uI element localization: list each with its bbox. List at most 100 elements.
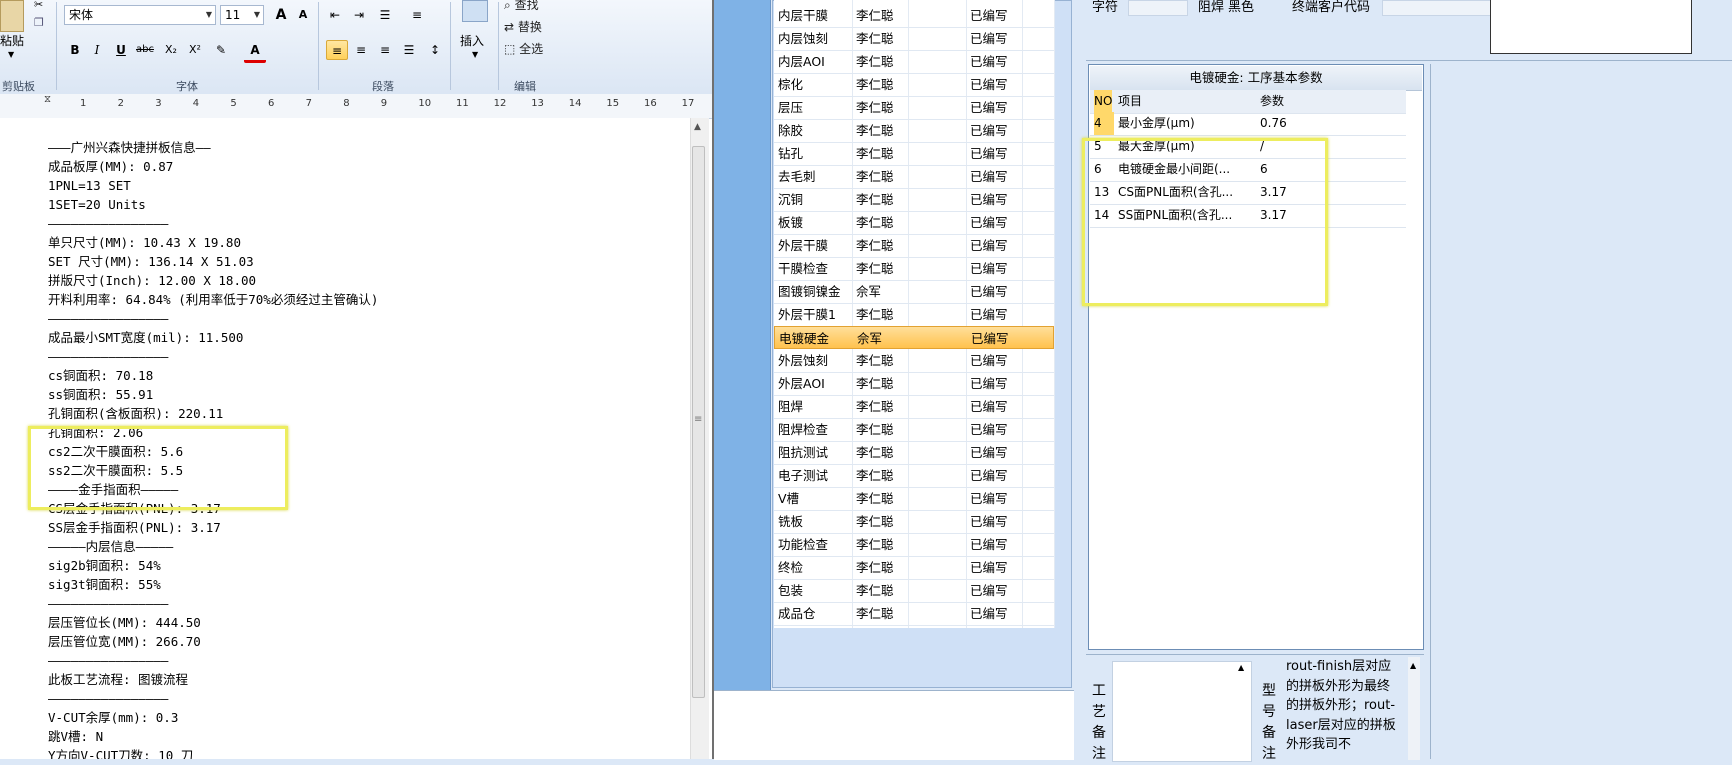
step-row[interactable]: 沉铜 李仁聪 已编写	[774, 188, 1054, 212]
cut-icon[interactable]: ✂	[34, 0, 43, 11]
step-row[interactable]: 外层蚀刻 李仁聪 已编写	[774, 349, 1054, 373]
step-status: 已编写	[970, 307, 1008, 322]
scroll-up-icon[interactable]: ▲	[1410, 661, 1416, 670]
increase-indent-icon[interactable]: ⇥	[348, 5, 370, 25]
scroll-up-icon[interactable]: ▲	[694, 122, 701, 132]
paste-button[interactable]: 粘贴	[0, 32, 24, 49]
step-name: 包装	[778, 583, 804, 598]
step-person: 李仁聪	[856, 445, 894, 460]
image-box	[1490, 0, 1692, 54]
step-name: 去毛刺	[778, 169, 816, 184]
step-row[interactable]: 阻焊检查 李仁聪 已编写	[774, 418, 1054, 442]
find-button[interactable]: ⌕ 查找	[504, 0, 539, 13]
insert-icon[interactable]	[462, 0, 488, 22]
insert-dropdown-icon[interactable]: ▼	[472, 50, 478, 59]
step-row[interactable]: 阻焊 李仁聪 已编写	[774, 395, 1054, 419]
step-row[interactable]: 板镀 李仁聪 已编写	[774, 211, 1054, 235]
step-row[interactable]: V槽 李仁聪 已编写	[774, 487, 1054, 511]
step-row[interactable]: 图镀铜镍金 佘军 已编写	[774, 280, 1054, 304]
step-status: 已编写	[970, 537, 1008, 552]
step-row[interactable]: 去毛刺 李仁聪 已编写	[774, 165, 1054, 189]
step-person: 李仁聪	[856, 8, 894, 23]
step-person: 李仁聪	[856, 468, 894, 483]
step-row[interactable]: 成品仓 李仁聪 已编写	[774, 602, 1054, 626]
align-right-icon[interactable]: ≡	[374, 40, 396, 60]
step-person: 李仁聪	[856, 123, 894, 138]
step-row[interactable]: 外层干膜 李仁聪 已编写	[774, 234, 1054, 258]
paste-dropdown-icon[interactable]: ▼	[8, 50, 14, 59]
step-row[interactable]: 干膜检查 李仁聪 已编写	[774, 257, 1054, 281]
step-row[interactable]: 外层AOI 李仁聪 已编写	[774, 372, 1054, 396]
strikethrough-button[interactable]: abc	[134, 40, 156, 60]
font-size-combo[interactable]: 11 ▼	[220, 5, 264, 25]
step-row[interactable]: 终检 李仁聪 已编写	[774, 556, 1054, 580]
step-row[interactable]: 层压 李仁聪 已编写	[774, 96, 1054, 120]
document-line: 拼版尺寸(Inch): 12.00 X 18.00	[48, 273, 257, 288]
replace-button[interactable]: ⇄ 替换	[504, 18, 542, 35]
highlight-icon[interactable]: ✎	[210, 40, 232, 60]
select-all-button[interactable]: ⬚ 全选	[504, 40, 543, 57]
char-field[interactable]	[1128, 0, 1188, 16]
step-person: 李仁聪	[856, 100, 894, 115]
step-name: 阻焊	[778, 399, 804, 414]
chevron-down-icon: ▼	[253, 10, 260, 19]
font-group-label: 字体	[176, 80, 198, 93]
subscript-button[interactable]: X₂	[160, 40, 182, 60]
step-status: 已编写	[970, 192, 1008, 207]
superscript-button[interactable]: X²	[184, 40, 206, 60]
paste-icon[interactable]	[0, 0, 24, 32]
ruler-tick: 8	[343, 98, 350, 109]
step-row[interactable]: 钻孔 李仁聪 已编写	[774, 142, 1054, 166]
process-notes-field[interactable]	[1112, 661, 1252, 762]
step-row[interactable]: 阻抗测试 李仁聪 已编写	[774, 441, 1054, 465]
underline-button[interactable]: U	[110, 40, 132, 60]
indent-marker-icon[interactable]: ⧖	[44, 94, 51, 105]
param-row[interactable]: 4 最小金厚(μm) 0.76	[1090, 112, 1406, 136]
font-name-combo[interactable]: 宋体 ▼	[64, 5, 216, 25]
align-center-icon[interactable]: ≡	[350, 40, 372, 60]
step-row[interactable]: 内层干膜 李仁聪 已编写	[774, 4, 1054, 28]
step-status: 已编写	[970, 54, 1008, 69]
edit-group-label: 编辑	[514, 80, 536, 93]
grow-font-button[interactable]: A	[270, 5, 292, 25]
replace-icon: ⇄	[504, 20, 515, 34]
step-row[interactable]: 外层干膜1 李仁聪 已编写	[774, 303, 1054, 327]
document-line: 成品最小SMT宽度(mil): 11.500	[48, 330, 244, 345]
notes-scrollbar[interactable]	[1408, 657, 1420, 760]
ruler-tick: 2	[117, 98, 124, 109]
step-row[interactable]: 内层AOI 李仁聪 已编写	[774, 50, 1054, 74]
copy-icon[interactable]: ❐	[34, 16, 44, 29]
align-left-icon[interactable]: ≡	[326, 40, 348, 60]
document-line: ————————————————	[48, 311, 169, 326]
ruler-tick: 16	[644, 98, 657, 109]
insert-button[interactable]: 插入	[460, 32, 484, 49]
font-color-button[interactable]: A	[244, 40, 266, 63]
right-empty-panel	[1430, 64, 1732, 759]
step-row[interactable]: 棕化 李仁聪 已编写	[774, 73, 1054, 97]
italic-button[interactable]: I	[86, 40, 108, 60]
document-line: ————————————————	[48, 349, 169, 364]
decrease-indent-icon[interactable]: ⇤	[324, 5, 346, 25]
scroll-up-icon[interactable]: ▲	[1238, 663, 1244, 672]
step-row[interactable]: 除胶 李仁聪 已编写	[774, 119, 1054, 143]
justify-icon[interactable]: ☰	[398, 40, 420, 60]
step-row[interactable]: 内层蚀刻 李仁聪 已编写	[774, 27, 1054, 51]
model-notes-field[interactable]: rout-finish层对应的拼板外形为最终的拼板外形；rout-laser层对…	[1280, 657, 1422, 760]
middle-frame	[714, 0, 771, 690]
bullets-icon[interactable]: ☰	[374, 5, 396, 25]
step-person: 李仁聪	[856, 353, 894, 368]
step-row[interactable]: 铣板 李仁聪 已编写	[774, 510, 1054, 534]
bold-button[interactable]: B	[64, 40, 86, 60]
step-row[interactable]: 包装 李仁聪 已编写	[774, 579, 1054, 603]
step-person: 李仁聪	[856, 307, 894, 322]
step-row[interactable]: 电镀硬金 佘军 已编写	[774, 326, 1054, 349]
step-person: 李仁聪	[856, 376, 894, 391]
shrink-font-button[interactable]: A	[292, 5, 314, 25]
document-line: 开料利用率: 64.84% (利用率低于70%必须经过主管确认)	[48, 292, 379, 307]
numbering-icon[interactable]: ≡	[406, 5, 428, 25]
step-row[interactable]: 功能检查 李仁聪 已编写	[774, 533, 1054, 557]
line-spacing-icon[interactable]: ↕	[424, 40, 446, 60]
customer-code-label: 终端客户代码	[1292, 0, 1371, 15]
step-row[interactable]: 电子测试 李仁聪 已编写	[774, 464, 1054, 488]
header-item: 项目	[1118, 94, 1143, 108]
